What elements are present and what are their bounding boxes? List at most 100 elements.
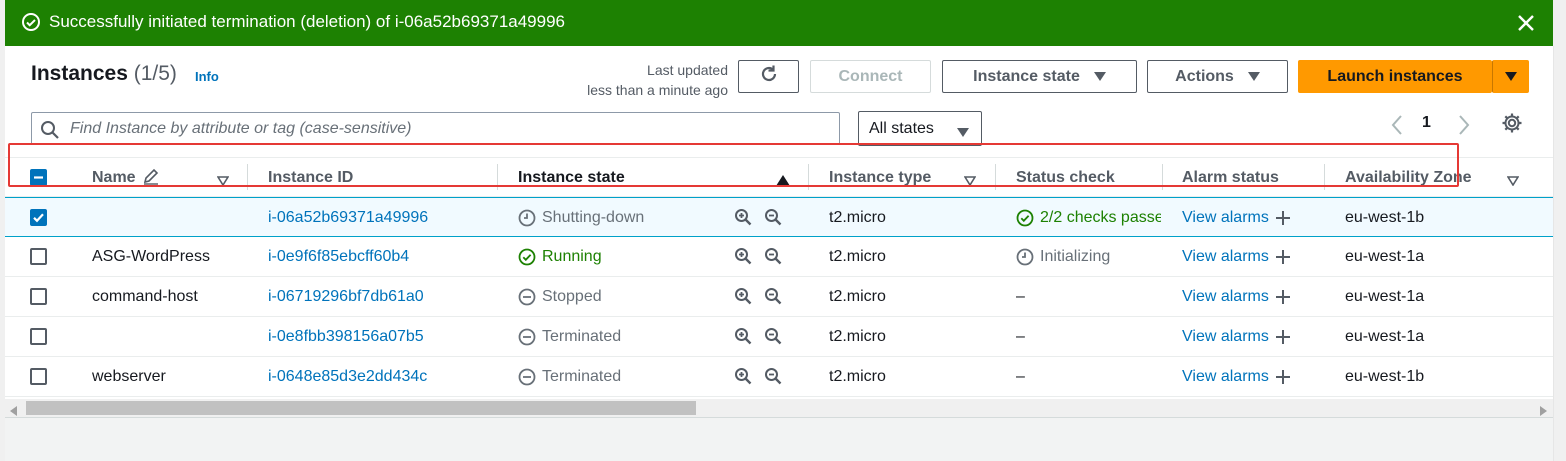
add-alarm-icon[interactable] bbox=[1274, 328, 1292, 346]
availability-zone: eu-west-1b bbox=[1345, 368, 1425, 385]
zoom-in-icon[interactable] bbox=[734, 247, 752, 270]
check-circle-icon bbox=[518, 248, 536, 266]
split-panel-footer bbox=[5, 417, 1553, 461]
zoom-in-icon[interactable] bbox=[734, 327, 752, 350]
view-alarms-link[interactable]: View alarms bbox=[1182, 328, 1269, 346]
gear-icon[interactable] bbox=[1501, 112, 1523, 139]
status-check: 2/2 checks passed bbox=[1016, 198, 1161, 238]
table-header: Name Instance ID Instance state Instance… bbox=[5, 157, 1553, 197]
instance-id-link[interactable]: i-06a52b69371a49996 bbox=[268, 198, 493, 238]
status-check: – bbox=[1016, 368, 1025, 385]
table-row[interactable]: i-0e8fbb398156a07b5 Terminated t2.micro … bbox=[5, 317, 1553, 357]
chevron-left-icon[interactable] bbox=[1389, 113, 1407, 142]
zoom-out-icon[interactable] bbox=[764, 367, 782, 390]
status-check: Initializing bbox=[1016, 237, 1161, 277]
launch-options-dropdown[interactable] bbox=[1492, 60, 1529, 93]
refresh-icon bbox=[758, 63, 780, 90]
zoom-out-icon[interactable] bbox=[764, 327, 782, 350]
instance-id-link[interactable]: i-0e8fbb398156a07b5 bbox=[268, 317, 493, 357]
instance-id-link[interactable]: i-0648e85d3e2dd434c bbox=[268, 357, 493, 397]
vertical-scrollbar[interactable] bbox=[1553, 46, 1566, 461]
launch-instances-button[interactable]: Launch instances bbox=[1298, 60, 1492, 93]
column-header-name[interactable]: Name bbox=[92, 158, 160, 198]
row-checkbox[interactable] bbox=[30, 328, 47, 345]
availability-zone: eu-west-1b bbox=[1345, 209, 1425, 226]
sort-icon[interactable] bbox=[1506, 173, 1520, 191]
search-input[interactable] bbox=[70, 117, 830, 141]
table-row[interactable]: webserver i-0648e85d3e2dd434c Terminated… bbox=[5, 357, 1553, 397]
alarm-status: View alarms bbox=[1182, 237, 1322, 277]
availability-zone: eu-west-1a bbox=[1345, 248, 1425, 265]
add-alarm-icon[interactable] bbox=[1274, 209, 1292, 227]
page-title: Instances (1/5) bbox=[31, 62, 177, 85]
clock-icon bbox=[518, 209, 536, 227]
select-all-checkbox[interactable] bbox=[30, 169, 47, 186]
availability-zone: eu-west-1a bbox=[1345, 328, 1425, 345]
refresh-button[interactable] bbox=[738, 60, 799, 93]
connect-button[interactable]: Connect bbox=[810, 60, 931, 93]
instance-name[interactable]: command-host bbox=[92, 277, 242, 317]
actions-dropdown[interactable]: Actions bbox=[1147, 60, 1288, 93]
last-updated: Last updated less than a minute ago bbox=[587, 62, 728, 98]
instance-name[interactable] bbox=[92, 198, 242, 238]
row-checkbox[interactable] bbox=[30, 288, 47, 305]
instance-id-link[interactable]: i-0e9f6f85ebcff60b4 bbox=[268, 237, 493, 277]
table-row[interactable]: ASG-WordPress i-0e9f6f85ebcff60b4 Runnin… bbox=[5, 237, 1553, 277]
row-checkbox[interactable] bbox=[30, 248, 47, 265]
zoom-in-icon[interactable] bbox=[734, 367, 752, 390]
view-alarms-link[interactable]: View alarms bbox=[1182, 248, 1269, 266]
column-header-availability-zone[interactable]: Availability Zone bbox=[1345, 158, 1472, 198]
row-checkbox[interactable] bbox=[30, 368, 47, 385]
zoom-out-icon[interactable] bbox=[764, 208, 782, 231]
close-icon[interactable] bbox=[1513, 10, 1539, 36]
instance-id-link[interactable]: i-06719296bf7db61a0 bbox=[268, 277, 493, 317]
instance-type: t2.micro bbox=[829, 368, 886, 385]
column-header-instance-type[interactable]: Instance type bbox=[829, 158, 931, 198]
sort-ascending-icon[interactable] bbox=[776, 173, 790, 191]
table-row[interactable]: command-host i-06719296bf7db61a0 Stopped… bbox=[5, 277, 1553, 317]
state-filter-select[interactable]: All states bbox=[858, 111, 982, 146]
instance-state: Running bbox=[518, 237, 718, 277]
zoom-out-icon[interactable] bbox=[764, 287, 782, 310]
sort-icon[interactable] bbox=[963, 173, 977, 191]
add-alarm-icon[interactable] bbox=[1274, 248, 1292, 266]
row-checkbox[interactable] bbox=[30, 209, 47, 226]
instance-name[interactable]: webserver bbox=[92, 357, 242, 397]
search-field[interactable] bbox=[31, 112, 840, 145]
alarm-status: View alarms bbox=[1182, 357, 1322, 397]
flash-message: Successfully initiated termination (dele… bbox=[49, 12, 566, 31]
view-alarms-link[interactable]: View alarms bbox=[1182, 288, 1269, 306]
instance-name[interactable]: ASG-WordPress bbox=[92, 237, 242, 277]
alarm-status: View alarms bbox=[1182, 198, 1322, 238]
check-circle-icon bbox=[1016, 209, 1034, 227]
caret-down-icon bbox=[1247, 68, 1260, 86]
chevron-right-icon[interactable] bbox=[1454, 113, 1472, 142]
success-flash-banner: Successfully initiated termination (dele… bbox=[5, 0, 1553, 46]
page-number[interactable]: 1 bbox=[1422, 114, 1431, 132]
instance-name[interactable] bbox=[92, 317, 242, 357]
view-alarms-link[interactable]: View alarms bbox=[1182, 368, 1269, 386]
sort-icon[interactable] bbox=[216, 173, 230, 191]
info-link[interactable]: Info bbox=[195, 69, 219, 84]
column-header-instance-id[interactable]: Instance ID bbox=[268, 158, 353, 198]
view-alarms-link[interactable]: View alarms bbox=[1182, 209, 1269, 227]
instance-state: Stopped bbox=[518, 277, 718, 317]
instance-state-dropdown[interactable]: Instance state bbox=[942, 60, 1137, 93]
column-header-alarm-status[interactable]: Alarm status bbox=[1182, 158, 1279, 198]
add-alarm-icon[interactable] bbox=[1274, 368, 1292, 386]
column-header-status-check[interactable]: Status check bbox=[1016, 158, 1115, 198]
instance-type: t2.micro bbox=[829, 209, 886, 226]
table-row[interactable]: i-06a52b69371a49996 Shutting-down t2.mic… bbox=[5, 197, 1553, 237]
add-alarm-icon[interactable] bbox=[1274, 288, 1292, 306]
horizontal-scrollbar[interactable] bbox=[5, 399, 1553, 417]
column-header-instance-state[interactable]: Instance state bbox=[518, 158, 625, 198]
instance-state: Terminated bbox=[518, 357, 718, 397]
alarm-status: View alarms bbox=[1182, 317, 1322, 357]
zoom-in-icon[interactable] bbox=[734, 287, 752, 310]
scrollbar-thumb[interactable] bbox=[26, 401, 696, 415]
zoom-in-icon[interactable] bbox=[734, 208, 752, 231]
zoom-out-icon[interactable] bbox=[764, 247, 782, 270]
caret-down-icon bbox=[957, 124, 969, 142]
instance-type: t2.micro bbox=[829, 328, 886, 345]
instance-state: Terminated bbox=[518, 317, 718, 357]
